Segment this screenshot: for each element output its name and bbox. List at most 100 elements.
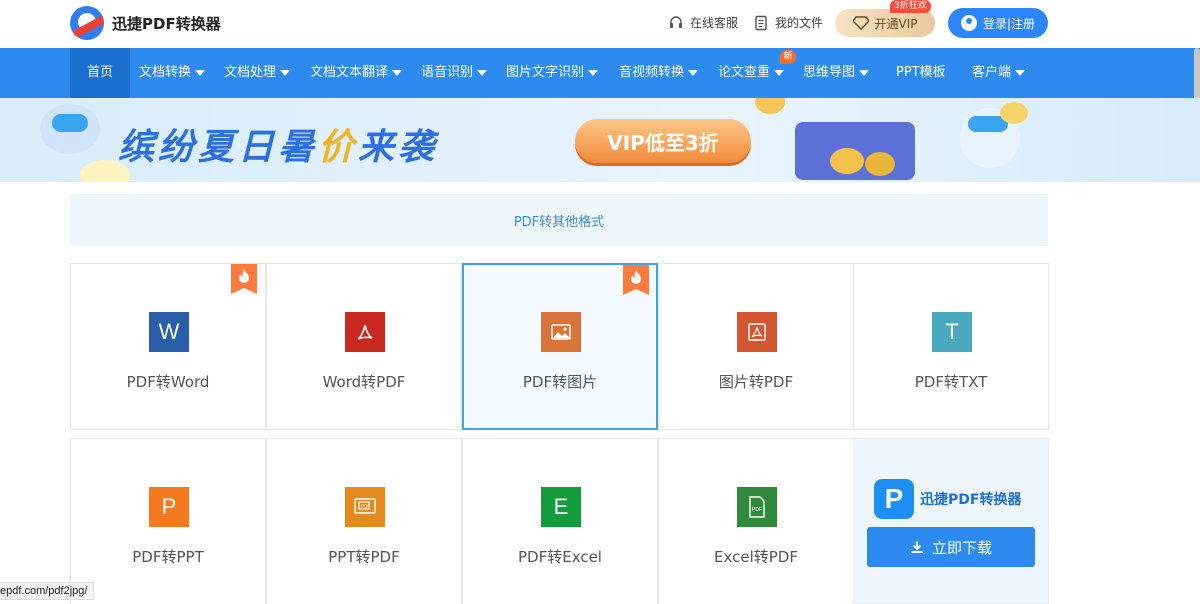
svg-text:PDF: PDF: [361, 504, 370, 509]
chevron-down-icon: [859, 70, 870, 76]
download-icon: [910, 541, 923, 553]
login-label: 登录|注册: [982, 16, 1036, 31]
site-logo[interactable]: 迅捷PDF转换器: [70, 6, 221, 40]
tool-label: PPT转PDF: [328, 548, 400, 566]
coin-decoration: [755, 98, 785, 114]
hot-badge: [623, 265, 649, 295]
mascot-hat-decoration: [1000, 102, 1028, 124]
nav-label: 首页: [86, 65, 113, 80]
tool-label: Excel转PDF: [714, 548, 798, 566]
nav-label: 思维导图: [803, 65, 856, 80]
tool-card-image-to-pdf[interactable]: 图片转PDF: [658, 263, 854, 430]
chevron-down-icon: [392, 70, 403, 76]
tool-card-pdf-to-excel[interactable]: E PDF转Excel: [462, 438, 658, 604]
pdf-file-icon: [737, 312, 777, 352]
nav-item-ppt-template[interactable]: PPT模板: [896, 48, 946, 98]
tool-card-pdf-to-image[interactable]: PDF转图片: [462, 263, 658, 430]
download-label: 立即下载: [931, 538, 992, 557]
login-register-button[interactable]: 登录|注册: [948, 8, 1048, 38]
svg-text:PDF: PDF: [752, 507, 762, 513]
vip-promo-tag: 3折狂欢: [890, 0, 931, 13]
top-header: 迅捷PDF转换器 在线客服 我的文件 开通VIP 3折狂欢 登录|注册: [0, 0, 1200, 48]
nav-label: 客户端: [972, 65, 1012, 80]
tool-card-ppt-to-pdf[interactable]: PDF PPT转PDF: [266, 438, 462, 604]
banner-title-part1: 缤纷夏日暑: [118, 127, 319, 168]
banner-vip-pill[interactable]: VIP低至3折: [575, 119, 751, 163]
chevron-down-icon: [280, 70, 291, 76]
nav-label: 文档转换: [139, 65, 192, 80]
excel-pdf-icon: PDF: [737, 487, 777, 527]
nav-item-plagiarism[interactable]: 论文查重: [718, 48, 785, 98]
tool-card-pdf-to-txt[interactable]: T PDF转TXT: [853, 263, 1049, 430]
nav-item-speech[interactable]: 语音识别: [421, 48, 488, 98]
chevron-down-icon: [688, 70, 699, 76]
ppt-icon: P: [149, 487, 189, 527]
tool-label: PDF转TXT: [914, 373, 988, 391]
nav-item-ocr[interactable]: 图片文字识别: [506, 48, 599, 98]
nav-label: 论文查重: [718, 65, 771, 80]
banner-title-highlight: 价: [318, 127, 359, 168]
tool-label: PDF转Word: [126, 373, 210, 391]
chevron-down-icon: [477, 70, 488, 76]
new-badge: 新: [780, 50, 796, 64]
my-files-link[interactable]: 我的文件: [753, 14, 823, 31]
tool-label: PDF转图片: [522, 373, 598, 391]
text-icon: T: [932, 312, 972, 352]
nav-label: 图片文字识别: [506, 65, 585, 80]
banner-title: 缤纷夏日暑价来袭: [118, 118, 438, 170]
tool-label: 图片转PDF: [718, 373, 794, 391]
download-app-name: 迅捷PDF转换器: [920, 492, 1022, 508]
document-icon: [755, 15, 767, 30]
my-files-label: 我的文件: [775, 16, 824, 30]
section-title: PDF转其他格式: [70, 194, 1048, 246]
nav-item-translate[interactable]: 文档文本翻译: [310, 48, 403, 98]
diamond-icon: [852, 16, 869, 30]
nav-label: 语音识别: [421, 65, 474, 80]
nav-item-mindmap[interactable]: 思维导图: [803, 48, 870, 98]
pdf-icon: [345, 312, 385, 352]
download-now-button[interactable]: 立即下载: [867, 527, 1035, 567]
flame-icon: [631, 270, 641, 284]
promo-banner[interactable]: 缤纷夏日暑价来袭 VIP低至3折: [0, 98, 1200, 182]
nav-label: 文档处理: [224, 65, 277, 80]
banner-title-part2: 来袭: [358, 127, 439, 168]
app-logo-icon: P: [874, 479, 914, 519]
image-icon: [541, 312, 581, 352]
headset-icon: [670, 15, 682, 28]
hot-badge: [231, 264, 257, 294]
excel-icon: E: [541, 487, 581, 527]
download-logo: P 迅捷PDF转换器: [874, 479, 1021, 519]
tool-card-excel-to-pdf[interactable]: PDF Excel转PDF: [658, 438, 854, 604]
online-support-label: 在线客服: [690, 16, 739, 30]
nav-label: 音视频转换: [619, 65, 685, 80]
browser-status-url: epdf.com/pdf2jpg/: [0, 582, 95, 600]
tool-label: Word转PDF: [322, 373, 406, 391]
tool-card-word-to-pdf[interactable]: Word转PDF: [266, 263, 462, 430]
chevron-down-icon: [774, 70, 785, 76]
nav-label: PPT模板: [896, 65, 946, 80]
nav-item-home[interactable]: 首页: [70, 48, 130, 98]
nav-item-av-convert[interactable]: 音视频转换: [619, 48, 699, 98]
mascot-goggles-decoration: [52, 114, 88, 132]
logo-text: 迅捷PDF转换器: [112, 14, 221, 33]
open-vip-button[interactable]: 开通VIP: [835, 9, 935, 37]
flame-icon: [239, 269, 249, 283]
nav-item-doc-convert[interactable]: 文档转换: [139, 48, 206, 98]
tool-label: PDF转Excel: [518, 548, 602, 566]
tool-card-pdf-to-word[interactable]: W PDF转Word: [70, 263, 266, 430]
vip-label: 开通VIP: [874, 16, 918, 31]
nav-item-doc-process[interactable]: 文档处理: [224, 48, 291, 98]
logo-icon: [70, 6, 104, 40]
nav-label: 文档文本翻译: [310, 65, 389, 80]
tool-label: PDF转PPT: [132, 548, 204, 566]
word-icon: W: [149, 312, 189, 352]
online-support-link[interactable]: 在线客服: [668, 14, 738, 31]
download-client-card: P 迅捷PDF转换器 立即下载: [853, 438, 1049, 604]
chevron-down-icon: [195, 70, 206, 76]
main-nav: 首页 文档转换 文档处理 文档文本翻译 语音识别 图片文字识别 音视频转换 论文…: [0, 48, 1200, 98]
user-icon: [960, 15, 977, 31]
tool-card-pdf-to-ppt[interactable]: P PDF转PPT: [70, 438, 266, 604]
ppt-file-icon: PDF: [345, 487, 385, 527]
nav-item-client[interactable]: 客户端: [972, 48, 1026, 98]
coin-decoration: [830, 148, 864, 174]
